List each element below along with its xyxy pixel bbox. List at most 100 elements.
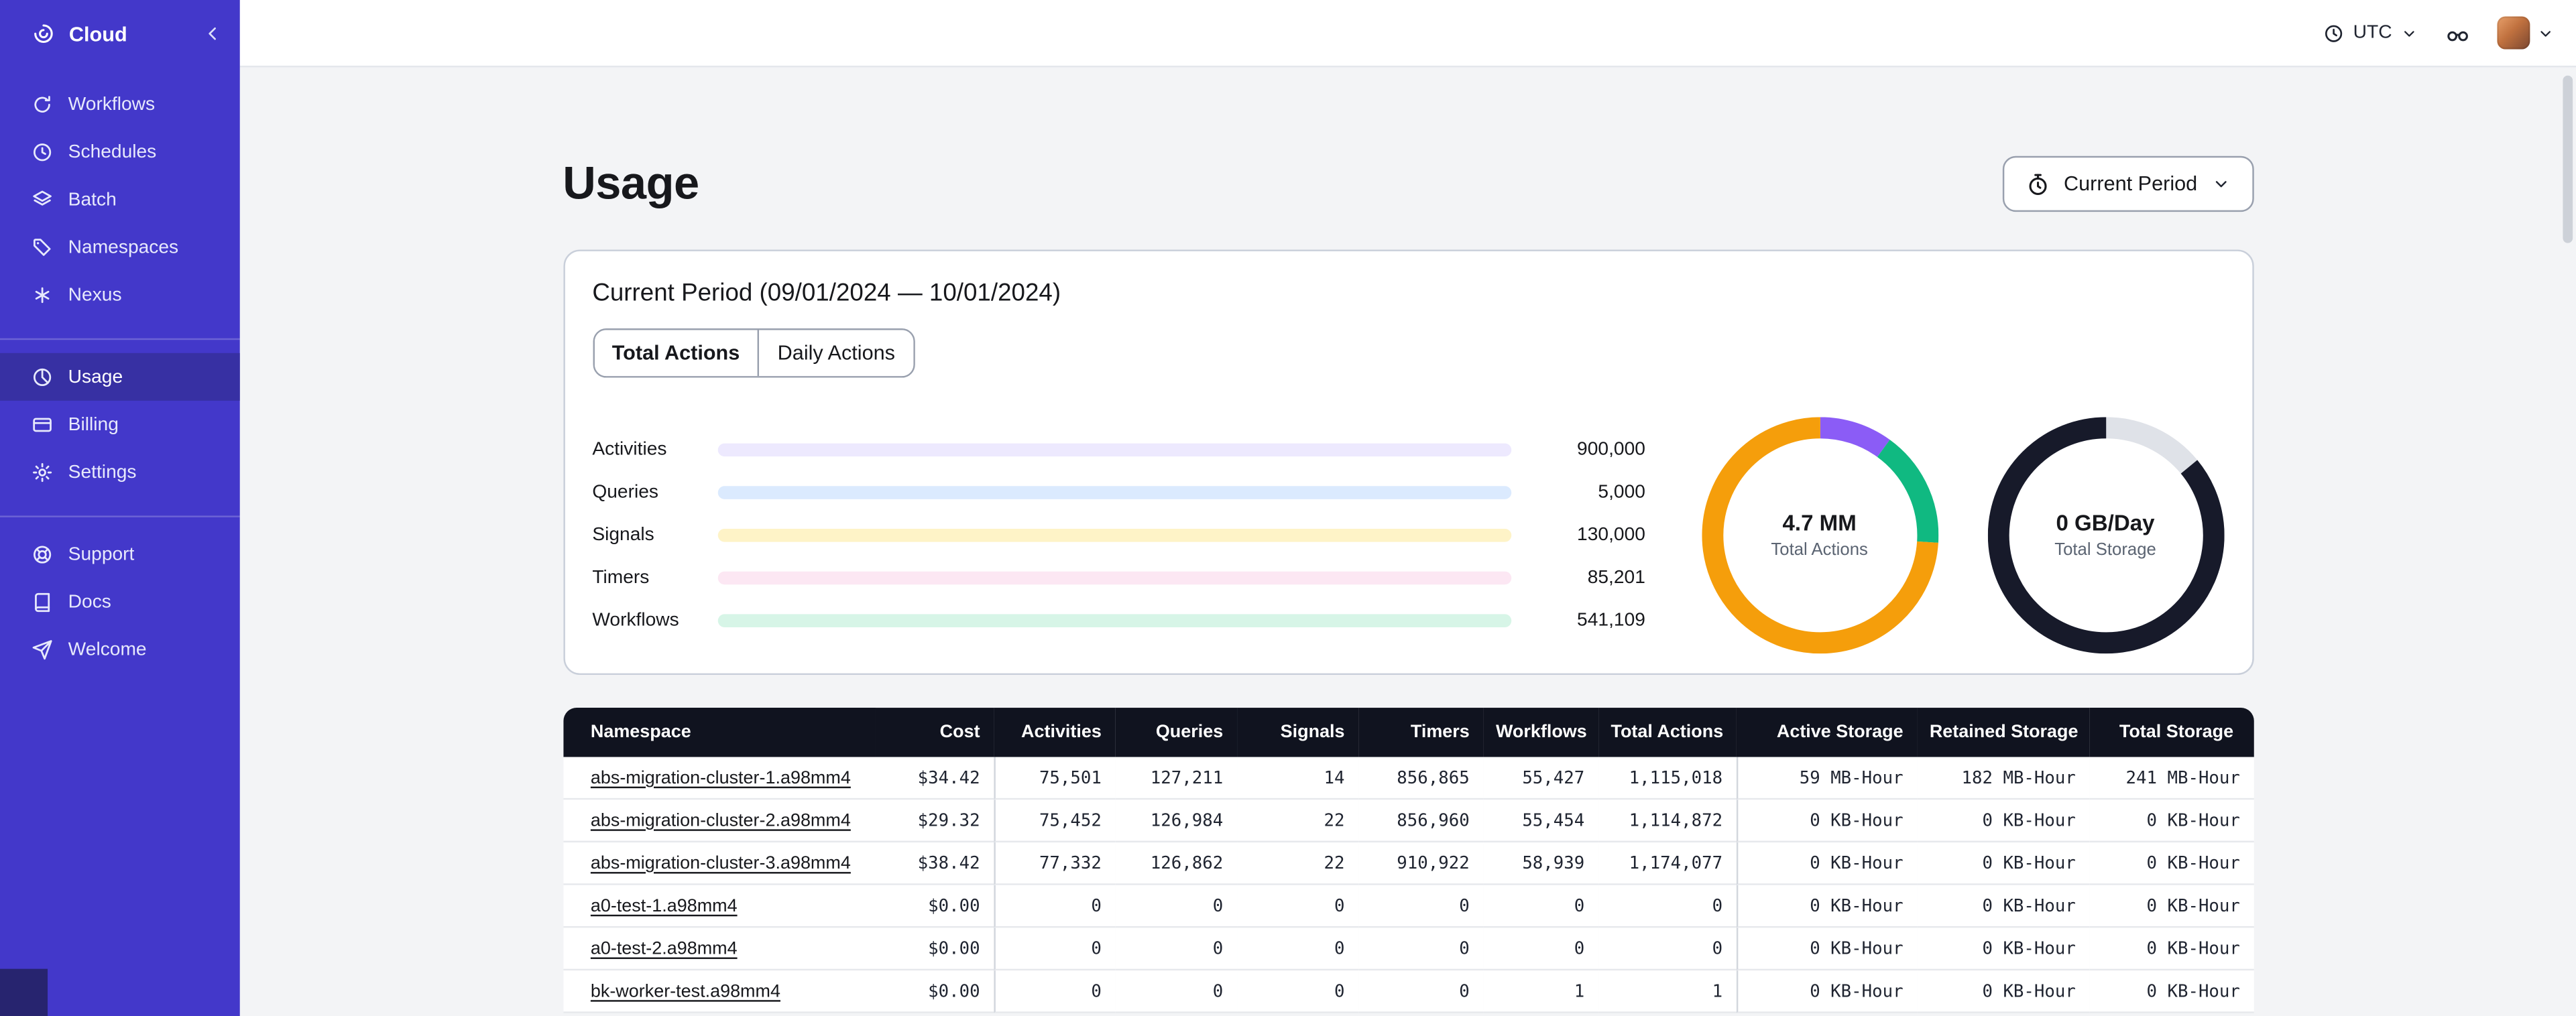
cell-activities: 75,501 [993, 757, 1115, 800]
namespace-usage-table: Namespace Cost Activities Queries Signals Tim… [563, 708, 2253, 1013]
column-header-activities: Activities [993, 708, 1115, 757]
cell-signals: 0 [1236, 885, 1358, 928]
timezone-selector[interactable]: UTC [2324, 22, 2418, 44]
sidebar-item-label: Namespaces [68, 237, 179, 257]
chevron-down-icon [2536, 24, 2555, 42]
bar-track [717, 443, 1511, 457]
cell-queries: 126,984 [1114, 800, 1236, 842]
cell-activities: 77,332 [993, 842, 1115, 885]
main-area: Usage Current Period Current Period (09/… [240, 67, 2576, 1016]
sidebar-item-label: Support [68, 544, 135, 564]
sidebar-item-nexus[interactable]: Nexus [0, 271, 240, 318]
column-header-workflows: Workflows [1482, 708, 1598, 757]
namespace-link[interactable]: abs-migration-cluster-3.a98mm4 [591, 853, 851, 873]
period-selector-button[interactable]: Current Period [2003, 155, 2253, 212]
page-scrollbar[interactable] [2563, 75, 2573, 243]
sidebar-item-billing[interactable]: Billing [0, 401, 240, 448]
usage-charts: Activities 900,000 Queries 5,000 Signals 130,… [592, 417, 2224, 654]
namespace-link[interactable]: bk-worker-test.a98mm4 [591, 981, 780, 1001]
bar-row-activities: Activities 900,000 [592, 429, 1645, 472]
user-avatar [2497, 16, 2530, 50]
bar-label: Queries [592, 483, 659, 503]
usage-donuts: 4.7 MM Total Actions 0 GB/Day Total Storag… [1701, 417, 2224, 654]
sidebar-nav: Workflows Schedules Batch Namespaces Nexus Us… [0, 67, 240, 693]
cell-queries: 0 [1114, 885, 1236, 928]
cell-total-actions: 1,174,077 [1597, 842, 1736, 885]
cell-activities: 75,452 [993, 800, 1115, 842]
namespace-cell: a0-test-2.a98mm4 [563, 928, 875, 971]
support-icon [32, 543, 54, 565]
donut-value: 0 GB/Day [2056, 511, 2155, 535]
column-header-retained-storage: Retained Storage [1916, 708, 2089, 757]
nexus-icon [32, 283, 54, 306]
table-row: abs-migration-cluster-1.a98mm4 $34.42 75,5… [563, 757, 2253, 800]
chevron-left-icon[interactable] [202, 23, 223, 44]
namespace-link[interactable]: a0-test-2.a98mm4 [591, 938, 738, 958]
sidebar-item-schedules[interactable]: Schedules [0, 128, 240, 176]
sidebar-item-label: Batch [68, 190, 117, 210]
bar-value: 130,000 [1577, 525, 1645, 546]
donut-label: Total Actions [1771, 540, 1868, 560]
current-period-card: Current Period (09/01/2024 — 10/01/2024)… [563, 249, 2253, 676]
cell-total-storage: 0 KB-Hour [2089, 928, 2253, 971]
namespace-link[interactable]: abs-migration-cluster-2.a98mm4 [591, 810, 851, 830]
product-name: Cloud [68, 22, 127, 46]
namespace-link[interactable]: abs-migration-cluster-1.a98mm4 [591, 767, 851, 787]
cell-total-actions: 1,114,872 [1597, 800, 1736, 842]
cell-total-storage: 0 KB-Hour [2089, 800, 2253, 842]
column-header-namespace: Namespace [563, 708, 875, 757]
page-title: Usage [563, 157, 699, 209]
namespace-cell: a0-test-1.a98mm4 [563, 885, 875, 928]
sidebar-item-support[interactable]: Support [0, 530, 240, 578]
cell-retained-storage: 0 KB-Hour [1916, 970, 2089, 1013]
sidebar-item-settings[interactable]: Settings [0, 448, 240, 496]
cell-active-storage: 0 KB-Hour [1735, 800, 1917, 842]
app-window: Cloud Workflows Schedules Batch Namespaces N… [0, 0, 2576, 1016]
bar-track [717, 614, 1511, 627]
cell-activities: 0 [993, 970, 1115, 1013]
table-row: abs-migration-cluster-3.a98mm4 $38.42 77,3… [563, 842, 2253, 885]
bar-value: 541,109 [1577, 611, 1645, 631]
sidebar-item-batch[interactable]: Batch [0, 176, 240, 223]
welcome-icon [32, 639, 54, 661]
table-row: a0-test-2.a98mm4 $0.00 0 0 0 0 0 0 0 KB-Hour 0 KB… [563, 928, 2253, 971]
bar-track [717, 571, 1511, 585]
account-menu[interactable] [2497, 16, 2555, 50]
cell-total-actions: 1 [1597, 970, 1736, 1013]
cell-workflows: 0 [1482, 885, 1598, 928]
cell-timers: 0 [1358, 970, 1483, 1013]
sidebar-item-label: Settings [68, 462, 137, 483]
cell-queries: 0 [1114, 970, 1236, 1013]
docs-icon [32, 590, 54, 613]
period-selector-label: Current Period [2064, 172, 2198, 196]
sidebar-item-label: Billing [68, 414, 119, 435]
sidebar-logo-row[interactable]: Cloud [0, 0, 240, 67]
cell-total-storage: 0 KB-Hour [2089, 885, 2253, 928]
sidebar-item-welcome[interactable]: Welcome [0, 626, 240, 674]
namespace-link[interactable]: a0-test-1.a98mm4 [591, 896, 738, 915]
bar-label: Timers [592, 568, 650, 588]
sidebar-item-docs[interactable]: Docs [0, 578, 240, 625]
sidebar-item-namespaces[interactable]: Namespaces [0, 223, 240, 271]
namespace-cell: abs-migration-cluster-2.a98mm4 [563, 800, 875, 842]
total-actions-donut: 4.7 MM Total Actions [1701, 417, 1938, 654]
bar-value: 85,201 [1587, 568, 1645, 588]
cell-queries: 126,862 [1114, 842, 1236, 885]
cell-cost: $0.00 [874, 970, 994, 1013]
tab-total-actions[interactable]: Total Actions [593, 330, 758, 377]
cell-active-storage: 0 KB-Hour [1735, 842, 1917, 885]
cell-cost: $0.00 [874, 885, 994, 928]
page-header: Usage Current Period [563, 155, 2253, 212]
sidebar-section-1: Usage Billing Settings [0, 338, 240, 516]
content-column: Usage Current Period Current Period (09/… [563, 67, 2253, 1013]
table-body: abs-migration-cluster-1.a98mm4 $34.42 75,5… [563, 757, 2253, 1013]
cell-timers: 856,865 [1358, 757, 1483, 800]
sidebar-section-2: Support Docs Welcome [0, 515, 240, 693]
timezone-label: UTC [2353, 23, 2392, 43]
sidebar-item-usage[interactable]: Usage [0, 353, 240, 401]
column-header-total-actions: Total Actions [1597, 708, 1736, 757]
glasses-icon[interactable] [2443, 21, 2473, 46]
sidebar-item-workflows[interactable]: Workflows [0, 80, 240, 128]
cell-workflows: 58,939 [1482, 842, 1598, 885]
tab-daily-actions[interactable]: Daily Actions [758, 330, 913, 377]
